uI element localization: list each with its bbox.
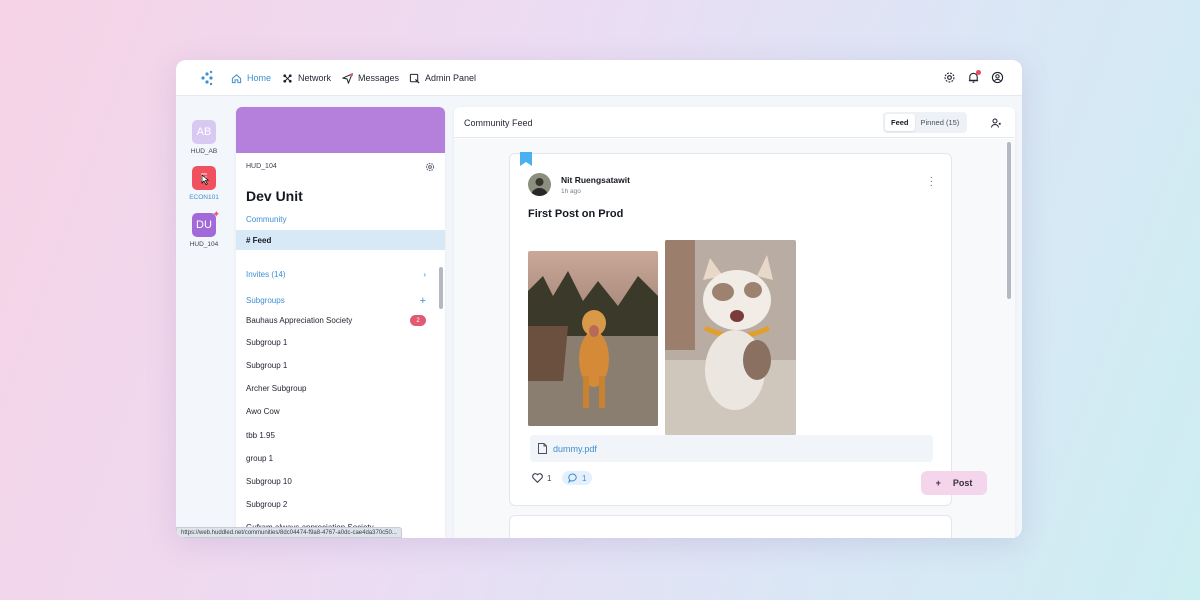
avatar[interactable]	[528, 173, 551, 196]
attachment-pdf[interactable]: dummy.pdf	[530, 435, 933, 462]
scrollbar[interactable]	[439, 267, 443, 309]
rail-item-label: HUD_AB	[190, 148, 218, 155]
rail-avatar: E	[192, 166, 216, 190]
nav-network[interactable]: Network	[282, 60, 331, 96]
notification-dot	[976, 70, 981, 75]
like-count: 1	[547, 473, 552, 483]
admin-icon	[409, 73, 420, 84]
nav-network-label: Network	[298, 73, 332, 83]
rail-avatar: DU ✦	[192, 209, 220, 237]
rail-avatar-initials: DU	[196, 219, 212, 231]
send-icon	[342, 72, 353, 84]
new-post-button[interactable]: + Post	[921, 471, 987, 495]
community-title: Dev Unit	[246, 188, 303, 204]
subgroup-name: Subgroup 1	[246, 338, 288, 347]
unread-badge: 2	[410, 315, 426, 326]
nav-home-label: Home	[247, 73, 272, 83]
subgroup-name: Bauhaus Appreciation Society	[246, 316, 353, 325]
tab-feed[interactable]: Feed	[885, 114, 915, 131]
rail-avatar: AB	[192, 120, 216, 144]
subgroup-item[interactable]: Subgroup 2	[246, 500, 426, 509]
feed-title: Community Feed	[464, 118, 533, 128]
rail-avatar-initials: AB	[196, 126, 212, 138]
community-section-label: Community	[246, 215, 287, 224]
subgroup-name: Subgroup 2	[246, 500, 288, 509]
subgroup-name: Subgroup 10	[246, 477, 292, 486]
network-icon	[283, 73, 292, 83]
gear-icon[interactable]	[425, 162, 435, 172]
home-icon	[231, 73, 242, 83]
subgroup-item[interactable]: Subgroup 1	[246, 338, 426, 347]
subgroup-name: tbb 1.95	[246, 431, 275, 440]
comment-button[interactable]: 1	[562, 471, 593, 485]
invites-link[interactable]: Invites (14) ›	[246, 270, 426, 279]
author-name[interactable]: Nit Ruengsatawit	[561, 175, 630, 185]
chevron-right-icon: ›	[423, 270, 426, 279]
comment-icon	[568, 473, 577, 483]
rail-item-hud-104[interactable]: DU ✦ HUD_104	[189, 209, 220, 248]
post-title: First Post on Prod	[528, 208, 624, 220]
more-options-icon[interactable]: · · ·	[930, 173, 933, 191]
bookmark-icon[interactable]	[520, 152, 532, 166]
channel-feed[interactable]: # Feed	[236, 230, 445, 250]
top-nav: Home Network Messages Admin Panel	[176, 60, 1022, 96]
cursor-icon	[201, 174, 210, 185]
nav-messages-label: Messages	[358, 73, 400, 83]
star-icon: ✦	[212, 209, 220, 219]
community-banner	[236, 107, 445, 153]
members-icon[interactable]	[990, 117, 1002, 129]
nav-admin-label: Admin Panel	[425, 73, 477, 83]
rail-item-econ101[interactable]: E ECON101	[189, 166, 219, 201]
community-panel: HUD_104 Dev Unit Community # Feed Invite…	[236, 107, 445, 538]
gear-icon[interactable]	[943, 71, 956, 84]
logo-icon[interactable]	[198, 69, 216, 87]
subgroup-name: Archer Subgroup	[246, 384, 307, 393]
nav-admin-panel[interactable]: Admin Panel	[409, 60, 476, 96]
nav-home[interactable]: Home	[231, 60, 271, 96]
app-window: Home Network Messages Admin Panel AB HUD…	[176, 60, 1022, 538]
new-post-label: Post	[952, 478, 973, 488]
feed-tabs: Feed Pinned (15)	[883, 112, 968, 133]
subgroup-item[interactable]: Bauhaus Appreciation Society 2	[246, 315, 426, 326]
feed-header: Community Feed Feed Pinned (15)	[454, 107, 1015, 138]
file-icon	[538, 443, 547, 454]
rail-item-hud-ab[interactable]: AB HUD_AB	[189, 120, 219, 155]
subgroups-label: Subgroups	[246, 296, 285, 305]
subgroup-item[interactable]: Subgroup 10	[246, 477, 426, 486]
invites-label: Invites (14)	[246, 270, 286, 279]
nav-messages[interactable]: Messages	[342, 60, 399, 96]
tab-pinned[interactable]: Pinned (15)	[915, 114, 966, 131]
subgroup-item[interactable]: group 1	[246, 454, 426, 463]
channel-feed-label: # Feed	[246, 235, 272, 245]
comment-count: 1	[582, 473, 587, 483]
heart-icon	[532, 473, 543, 483]
subgroup-name: Awo Cow	[246, 407, 280, 416]
post-timestamp: 1h ago	[561, 188, 581, 195]
post-card: Nit Ruengsatawit 1h ago · · · First Post o…	[509, 152, 952, 506]
subgroup-item[interactable]: Archer Subgroup	[246, 384, 426, 393]
status-bar-url: https://web.huddled.net/communities/8dc0…	[176, 527, 402, 538]
author-photo	[528, 173, 551, 196]
feed-panel: Community Feed Feed Pinned (15) Nit Ruen…	[454, 107, 1015, 538]
post-photo-dog[interactable]	[528, 251, 658, 426]
community-code: HUD_104	[246, 163, 277, 170]
post-card	[509, 515, 952, 538]
attachment-name: dummy.pdf	[553, 443, 597, 454]
subgroup-name: group 1	[246, 454, 274, 463]
subgroup-item[interactable]: tbb 1.95	[246, 431, 426, 440]
rail-item-label: ECON101	[189, 194, 219, 201]
like-button[interactable]: 1	[532, 473, 551, 483]
scrollbar[interactable]	[1007, 142, 1011, 299]
subgroup-item[interactable]: Subgroup 1	[246, 361, 426, 370]
community-rail: AB HUD_AB E ECON101 DU ✦ HUD_104	[176, 96, 232, 538]
plus-icon: +	[935, 478, 941, 488]
user-circle-icon[interactable]	[991, 71, 1004, 84]
post-photo-cat[interactable]	[665, 240, 796, 435]
subgroup-item[interactable]: Awo Cow	[246, 407, 426, 416]
add-subgroup-button[interactable]: +	[420, 295, 426, 307]
rail-item-label: HUD_104	[189, 241, 219, 248]
subgroup-name: Subgroup 1	[246, 361, 288, 370]
